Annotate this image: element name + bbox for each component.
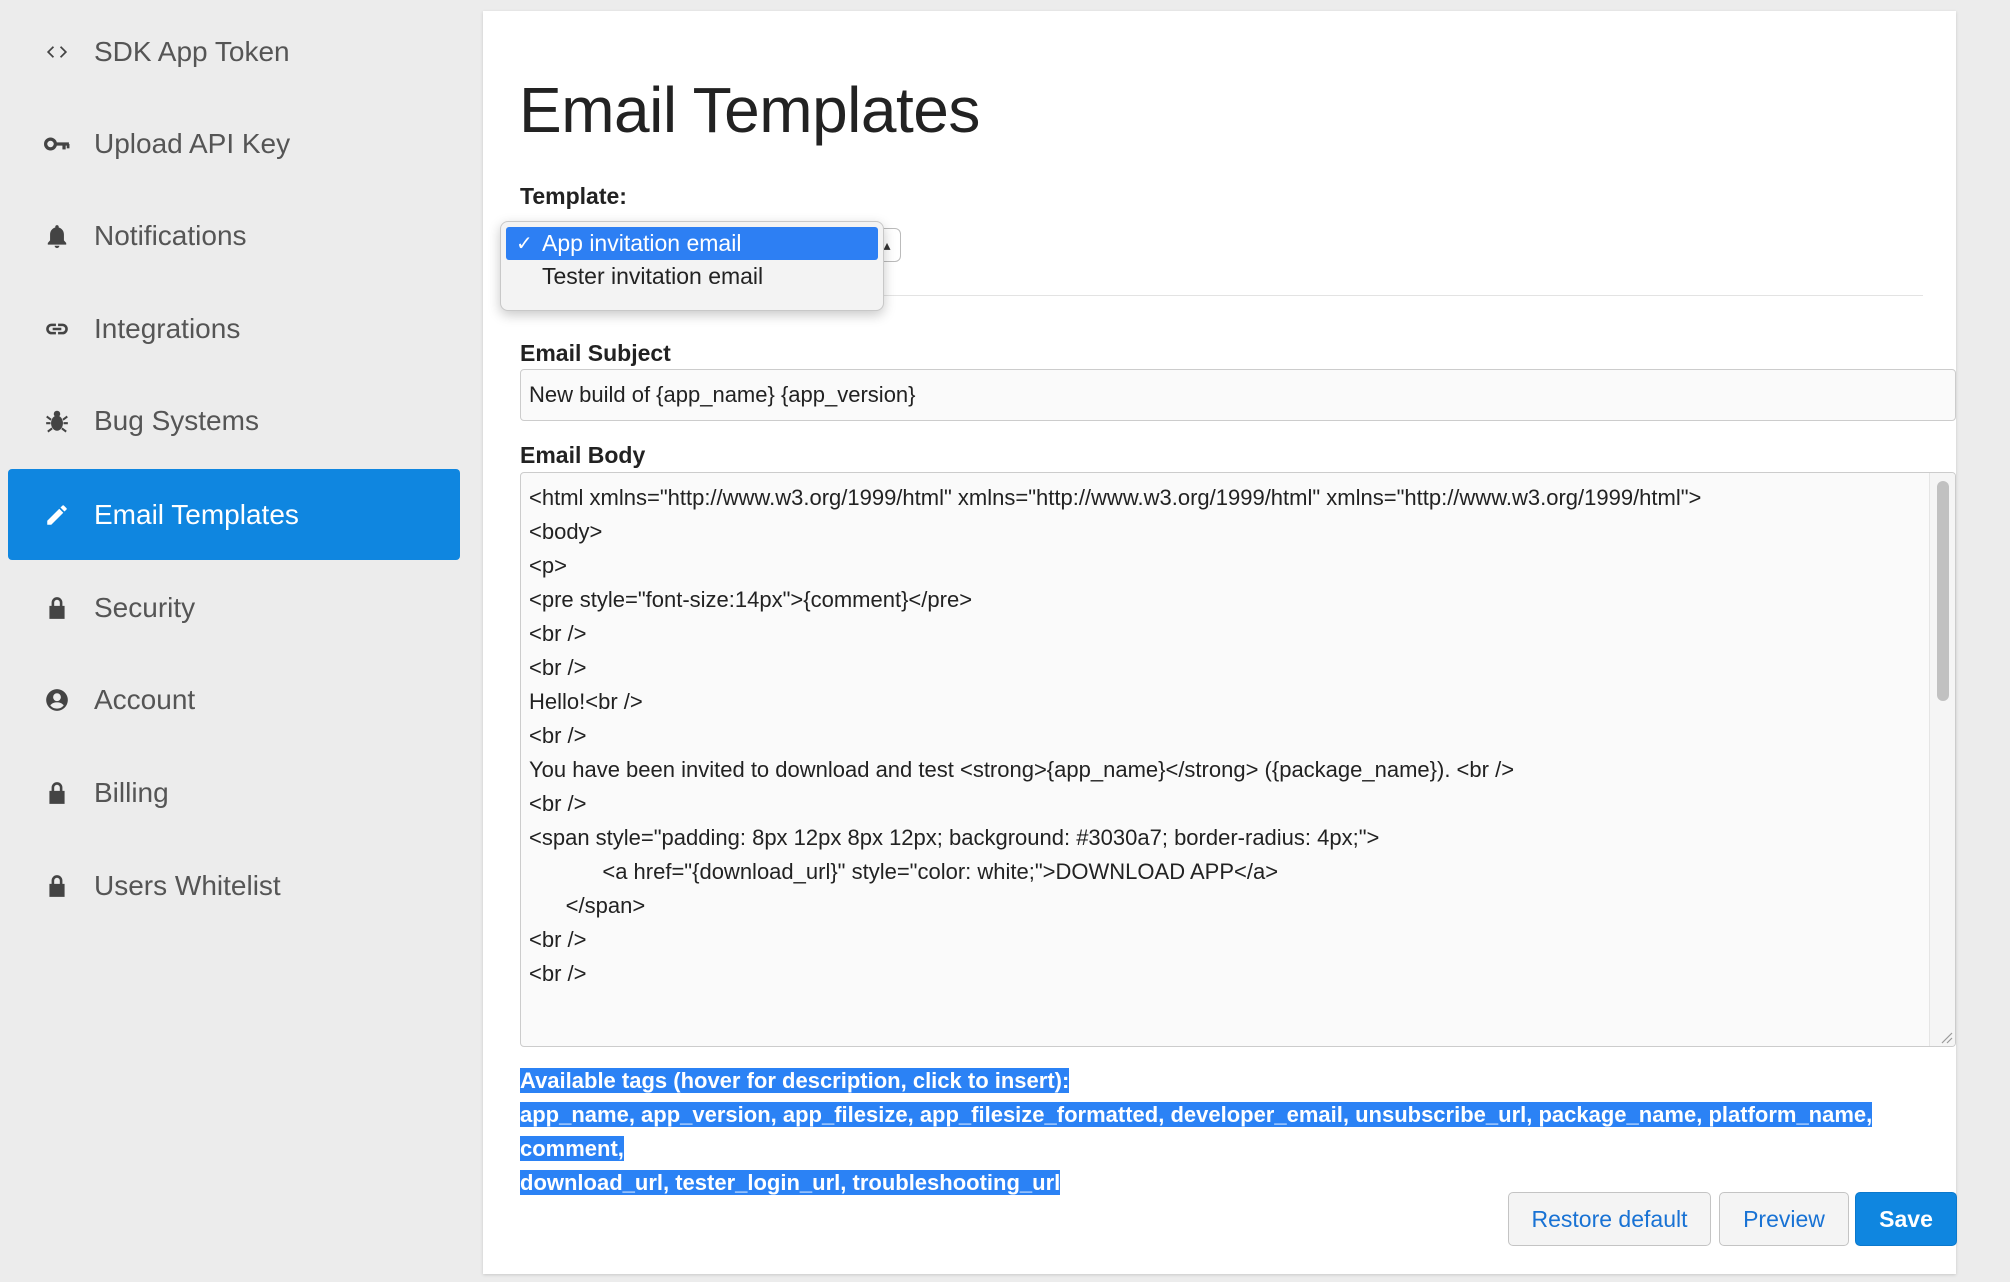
email-body-line: <html xmlns="http://www.w3.org/1999/html… bbox=[529, 485, 1702, 510]
email-body-content: <html xmlns="http://www.w3.org/1999/html… bbox=[529, 481, 1925, 991]
email-body-line: <a href="{download_url}" style="color: w… bbox=[529, 859, 1279, 884]
sidebar-item-bug-systems[interactable]: Bug Systems bbox=[8, 375, 460, 466]
email-body-line: <br /> bbox=[529, 655, 587, 680]
sidebar-item-label: SDK App Token bbox=[94, 35, 290, 67]
template-label: Template: bbox=[520, 183, 627, 209]
sidebar: SDK App Token Upload API Key Notificatio… bbox=[0, 0, 470, 1282]
lock-icon bbox=[36, 772, 78, 814]
email-body-line: <br /> bbox=[529, 791, 587, 816]
tags-heading: Available tags (hover for description, c… bbox=[520, 1068, 1070, 1093]
pencil-icon bbox=[36, 494, 78, 536]
checkmark-icon: ✓ bbox=[516, 233, 533, 255]
sidebar-item-integrations[interactable]: Integrations bbox=[8, 283, 460, 374]
sidebar-item-label: Integrations bbox=[94, 312, 241, 344]
template-option-tester-invitation[interactable]: Tester invitation email bbox=[506, 260, 878, 293]
email-body-line: <p> bbox=[529, 553, 567, 578]
bug-icon bbox=[36, 400, 78, 442]
main-panel: Email Templates Template: ▴ ✓ App invita… bbox=[483, 11, 1957, 1274]
key-icon bbox=[36, 123, 78, 165]
email-body-line: <span style="padding: 8px 12px 8px 12px;… bbox=[529, 825, 1380, 850]
sidebar-item-security[interactable]: Security bbox=[8, 562, 460, 653]
lock-icon bbox=[36, 865, 78, 907]
code-icon bbox=[36, 31, 78, 73]
sidebar-item-label: Upload API Key bbox=[94, 127, 291, 159]
email-body-label: Email Body bbox=[520, 442, 646, 468]
sidebar-item-account[interactable]: Account bbox=[8, 654, 460, 745]
sidebar-item-label: Account bbox=[94, 683, 196, 715]
resize-handle-icon[interactable] bbox=[1939, 1030, 1953, 1044]
email-subject-label: Email Subject bbox=[520, 340, 671, 366]
lock-icon bbox=[36, 587, 78, 629]
sidebar-item-label: Billing bbox=[94, 776, 169, 808]
email-body-line: <br /> bbox=[529, 961, 587, 986]
email-body-line: Hello!<br /> bbox=[529, 689, 643, 714]
template-dropdown[interactable]: ✓ App invitation email Tester invitation… bbox=[500, 221, 884, 311]
sidebar-item-billing[interactable]: Billing bbox=[8, 747, 460, 838]
available-tags: Available tags (hover for description, c… bbox=[520, 1064, 1965, 1200]
sidebar-item-email-templates[interactable]: Email Templates bbox=[8, 469, 460, 560]
tags-list-line-1[interactable]: app_name, app_version, app_filesize, app… bbox=[520, 1102, 1873, 1161]
email-body-line: <body> bbox=[529, 519, 603, 544]
sidebar-item-label: Notifications bbox=[94, 219, 247, 251]
sidebar-item-upload-api-key[interactable]: Upload API Key bbox=[8, 98, 460, 189]
email-subject-input[interactable] bbox=[520, 369, 1956, 421]
page-title: Email Templates bbox=[519, 74, 980, 146]
tags-list-line-2[interactable]: download_url, tester_login_url, troubles… bbox=[520, 1170, 1061, 1195]
sidebar-item-sdk-app-token[interactable]: SDK App Token bbox=[8, 6, 460, 97]
link-icon bbox=[36, 308, 78, 350]
sidebar-item-label: Security bbox=[94, 591, 196, 623]
sidebar-item-label: Users Whitelist bbox=[94, 869, 281, 901]
select-arrows-icon: ▴ bbox=[883, 236, 891, 253]
bell-icon bbox=[36, 215, 78, 257]
email-body-line: <br /> bbox=[529, 723, 587, 748]
save-button[interactable]: Save bbox=[1855, 1192, 1957, 1246]
restore-default-button[interactable]: Restore default bbox=[1508, 1192, 1711, 1246]
preview-button[interactable]: Preview bbox=[1719, 1192, 1849, 1246]
template-option-app-invitation[interactable]: ✓ App invitation email bbox=[506, 227, 878, 260]
sidebar-item-users-whitelist[interactable]: Users Whitelist bbox=[8, 840, 460, 931]
user-circle-icon bbox=[36, 679, 78, 721]
email-body-line: <br /> bbox=[529, 621, 587, 646]
scrollbar-thumb[interactable] bbox=[1937, 481, 1949, 701]
sidebar-item-notifications[interactable]: Notifications bbox=[8, 190, 460, 281]
email-body-line: </span> bbox=[529, 893, 646, 918]
email-body-line: You have been invited to download and te… bbox=[529, 757, 1515, 782]
email-body-textarea[interactable]: <html xmlns="http://www.w3.org/1999/html… bbox=[520, 472, 1956, 1047]
textarea-scrollbar[interactable] bbox=[1929, 473, 1955, 1046]
sidebar-item-label: Email Templates bbox=[94, 498, 299, 530]
sidebar-item-label: Bug Systems bbox=[94, 404, 259, 436]
email-body-line: <pre style="font-size:14px">{comment}</p… bbox=[529, 587, 973, 612]
email-body-line: <br /> bbox=[529, 927, 587, 952]
